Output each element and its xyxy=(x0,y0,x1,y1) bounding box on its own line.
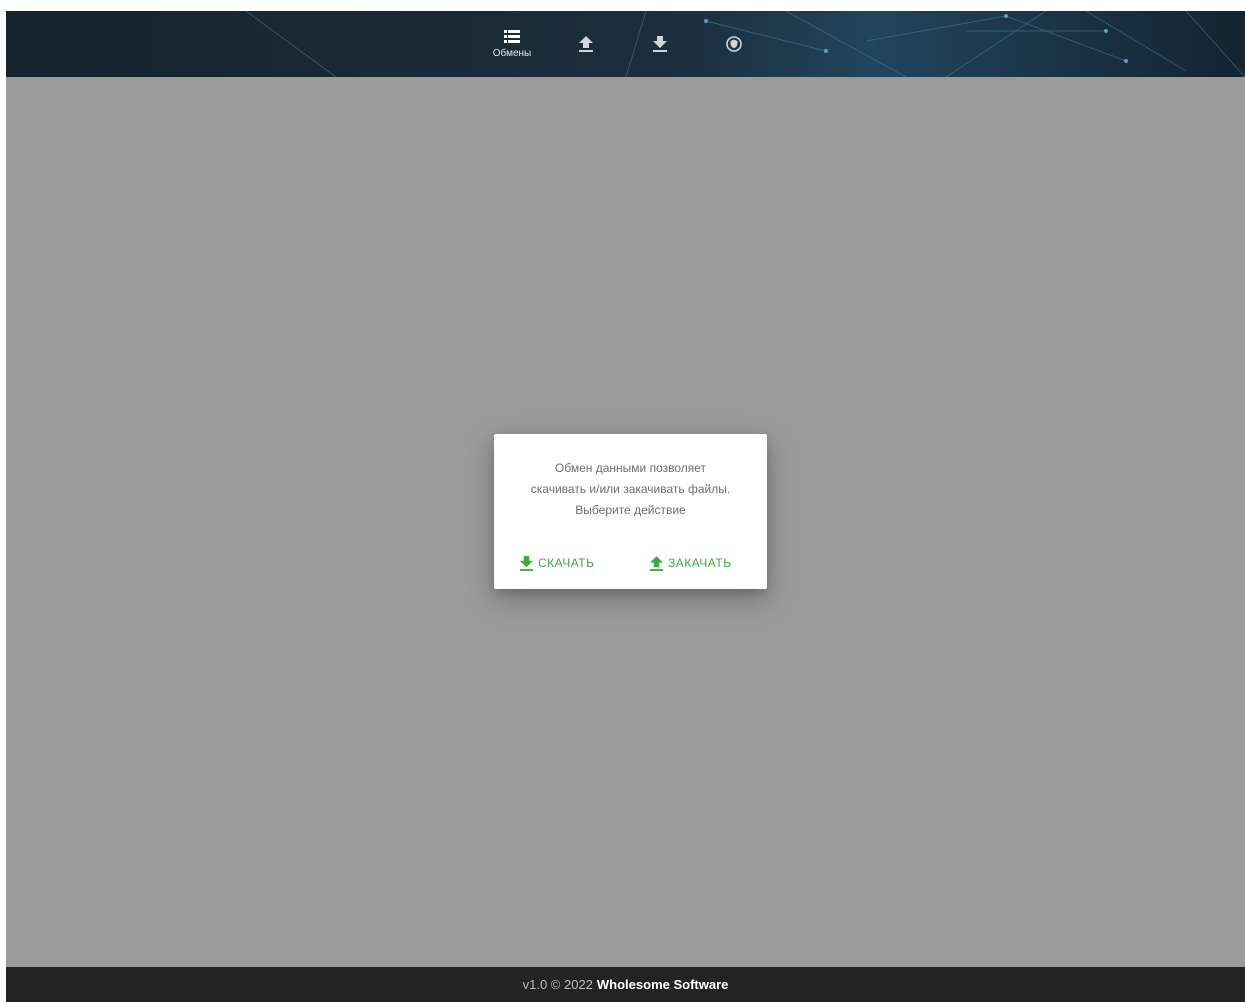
nav-item-exchanges[interactable]: Обмены xyxy=(486,11,538,77)
exchange-dialog: Обмен данными позволяет скачивать и/или … xyxy=(494,434,767,589)
shield-icon xyxy=(726,36,742,52)
app-window: Обмены Обмен данными позволяет скачивать… xyxy=(6,11,1245,1002)
footer-version: v1.0 © 2022 xyxy=(522,977,593,992)
main-nav: Обмены xyxy=(486,11,782,77)
upload-button[interactable]: ЗАКАЧАТЬ xyxy=(650,551,732,575)
nav-item-security[interactable] xyxy=(708,11,760,77)
download-button[interactable]: СКАЧАТЬ xyxy=(520,551,595,575)
nav-item-upload[interactable] xyxy=(560,11,612,77)
footer: v1.0 © 2022 Wholesome Software xyxy=(6,967,1245,1002)
dialog-message: Обмен данными позволяет скачивать и/или … xyxy=(508,458,753,521)
upload-icon xyxy=(650,555,663,571)
footer-company: Wholesome Software xyxy=(596,977,729,992)
dialog-line: Обмен данными позволяет xyxy=(554,461,707,475)
list-icon xyxy=(504,29,520,43)
nav-item-label: Обмены xyxy=(492,47,532,59)
upload-icon xyxy=(579,36,593,52)
upload-button-label: ЗАКАЧАТЬ xyxy=(668,556,732,570)
download-button-label: СКАЧАТЬ xyxy=(538,556,595,570)
download-icon xyxy=(653,36,667,52)
nav-item-download[interactable] xyxy=(634,11,686,77)
top-navigation-bar: Обмены xyxy=(6,11,1245,77)
dialog-line: Выберите действие xyxy=(575,503,686,517)
dialog-line: скачивать и/или закачивать файлы. xyxy=(530,482,731,496)
download-icon xyxy=(520,555,533,571)
